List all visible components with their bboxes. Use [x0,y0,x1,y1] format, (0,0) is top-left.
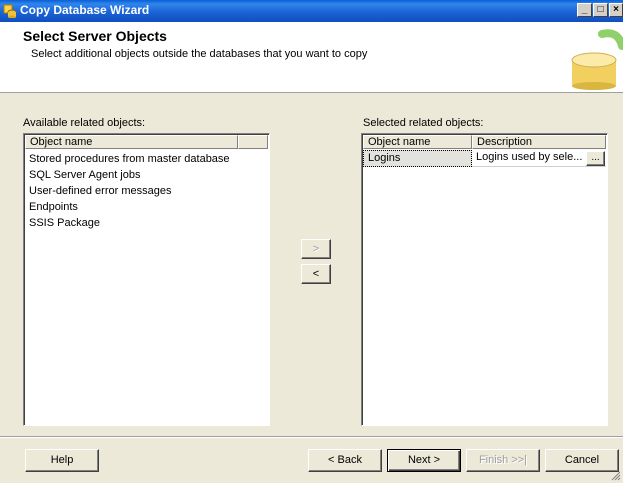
add-object-button[interactable]: > [301,239,331,259]
description-ellipsis-button[interactable]: ... [586,151,605,166]
title-bar[interactable]: Copy Database Wizard _ □ × [0,0,623,22]
selected-objects-grid[interactable]: Object name Description Logins Logins us… [361,133,608,426]
cancel-button[interactable]: Cancel [545,449,619,472]
resize-grip-icon[interactable] [611,471,621,481]
selected-column-description[interactable]: Description [472,135,606,149]
minimize-button[interactable]: _ [577,3,592,17]
available-objects-label: Available related objects: [23,117,146,129]
available-item-stored-procedures[interactable]: Stored procedures from master database [29,153,230,165]
available-item-agent-jobs[interactable]: SQL Server Agent jobs [29,169,141,181]
page-subtitle: Select additional objects outside the da… [31,48,368,60]
wizard-header: Select Server Objects Select additional … [0,22,623,93]
window-title: Copy Database Wizard [20,3,150,17]
finish-button[interactable]: Finish >>| [466,449,540,472]
available-item-ssis-package[interactable]: SSIS Package [29,217,100,229]
selected-objects-label: Selected related objects: [363,117,484,129]
remove-object-button[interactable]: < [301,264,331,284]
available-column-object-name[interactable]: Object name [25,135,238,149]
maximize-button[interactable]: □ [593,3,608,17]
available-objects-list[interactable]: Object name Stored procedures from maste… [23,133,270,426]
back-button[interactable]: < Back [308,449,382,472]
available-item-error-messages[interactable]: User-defined error messages [29,185,171,197]
available-item-endpoints[interactable]: Endpoints [29,201,78,213]
available-column-filler [238,135,268,149]
help-button[interactable]: Help [25,449,99,472]
close-button[interactable]: × [609,3,623,17]
database-graphic-icon [571,29,623,90]
footer-divider [0,436,623,438]
page-title: Select Server Objects [23,28,167,44]
next-button[interactable]: Next > [387,449,461,472]
copy-database-app-icon [3,4,17,19]
selected-row-description-text: Logins used by sele... [476,151,583,163]
selected-row-name-logins[interactable]: Logins [363,150,472,167]
selected-column-object-name[interactable]: Object name [363,135,472,149]
